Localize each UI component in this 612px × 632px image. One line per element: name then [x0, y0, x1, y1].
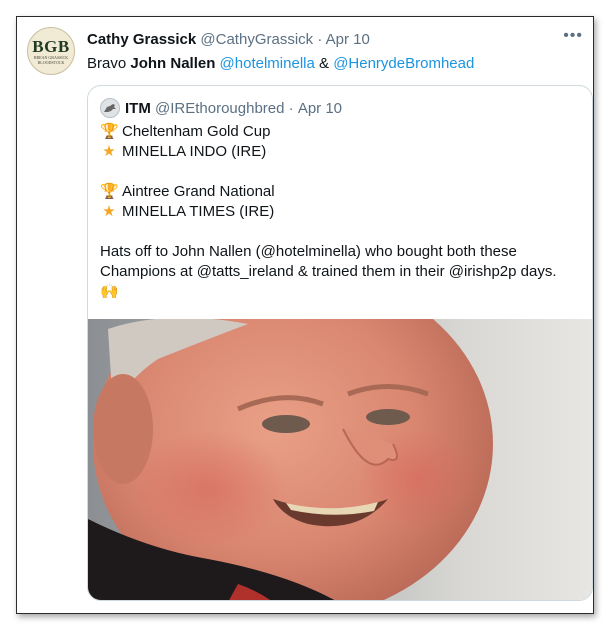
- quoted-author-name[interactable]: ITM: [125, 100, 151, 117]
- quoted-header: ITM @IREthoroughbred · Apr 10: [100, 98, 342, 118]
- star-icon: ★: [102, 203, 116, 220]
- author-handle[interactable]: @CathyGrassick: [200, 31, 313, 48]
- mention-henrydebromhead[interactable]: @HenrydeBromhead: [333, 55, 474, 72]
- tweet-ampersand: &: [319, 55, 330, 72]
- header-separator: ·: [317, 31, 323, 48]
- more-options-icon[interactable]: •••: [563, 27, 583, 45]
- quoted-author-handle[interactable]: @IREthoroughbred: [155, 100, 284, 117]
- author-name[interactable]: Cathy Grassick: [87, 31, 196, 48]
- trophy-icon: 🏆: [100, 123, 119, 140]
- quoted-line-text: MINELLA TIMES (IRE): [122, 203, 275, 220]
- quoted-tweet[interactable]: ITM @IREthoroughbred · Apr 10 🏆 Cheltenha…: [87, 85, 593, 601]
- tweet-text: Bravo John Nallen @hotelminella & @Henry…: [87, 55, 474, 72]
- horse-icon: [104, 104, 116, 112]
- quoted-line-text: MINELLA INDO (IRE): [122, 143, 267, 160]
- portrait-image: [88, 319, 493, 600]
- quoted-line-text: Aintree Grand National: [122, 183, 275, 200]
- tweet-card[interactable]: BGB BREAN GRASSICK BLOODSTOCK Cathy Gras…: [16, 16, 594, 614]
- avatar-caption: BREAN GRASSICK BLOODSTOCK: [33, 54, 69, 65]
- quoted-paragraph-2: Champions at @tatts_ireland & trained th…: [100, 263, 557, 280]
- quoted-separator: ·: [288, 99, 294, 117]
- raised-hands-icon: 🙌: [100, 283, 119, 300]
- quoted-avatar[interactable]: [100, 98, 120, 118]
- quoted-line: 🏆 Cheltenham Gold Cup: [100, 122, 580, 142]
- tweet-header: Cathy Grassick @CathyGrassick · Apr 10: [87, 31, 370, 48]
- tweet-text-bold: John Nallen: [130, 55, 216, 72]
- quoted-line: 🏆 Aintree Grand National: [100, 182, 580, 202]
- author-avatar[interactable]: BGB BREAN GRASSICK BLOODSTOCK: [27, 27, 75, 75]
- tweet-text-prefix: Bravo: [87, 55, 131, 72]
- quoted-date[interactable]: Apr 10: [298, 100, 342, 117]
- quoted-body: 🏆 Cheltenham Gold Cup ★ MINELLA INDO (IRE)…: [100, 122, 580, 302]
- quoted-photo[interactable]: [88, 319, 592, 600]
- trophy-icon: 🏆: [100, 183, 119, 200]
- quoted-line-text: Cheltenham Gold Cup: [122, 123, 271, 140]
- avatar-monogram: BGB: [32, 36, 70, 56]
- quoted-line: ★ MINELLA INDO (IRE): [100, 142, 580, 162]
- mention-hotelminella[interactable]: @hotelminella: [220, 55, 315, 72]
- quoted-line: ★ MINELLA TIMES (IRE): [100, 202, 580, 222]
- quoted-paragraph-1: Hats off to John Nallen (@hotelminella) …: [100, 243, 517, 260]
- tweet-date[interactable]: Apr 10: [326, 31, 370, 48]
- star-icon: ★: [102, 143, 116, 160]
